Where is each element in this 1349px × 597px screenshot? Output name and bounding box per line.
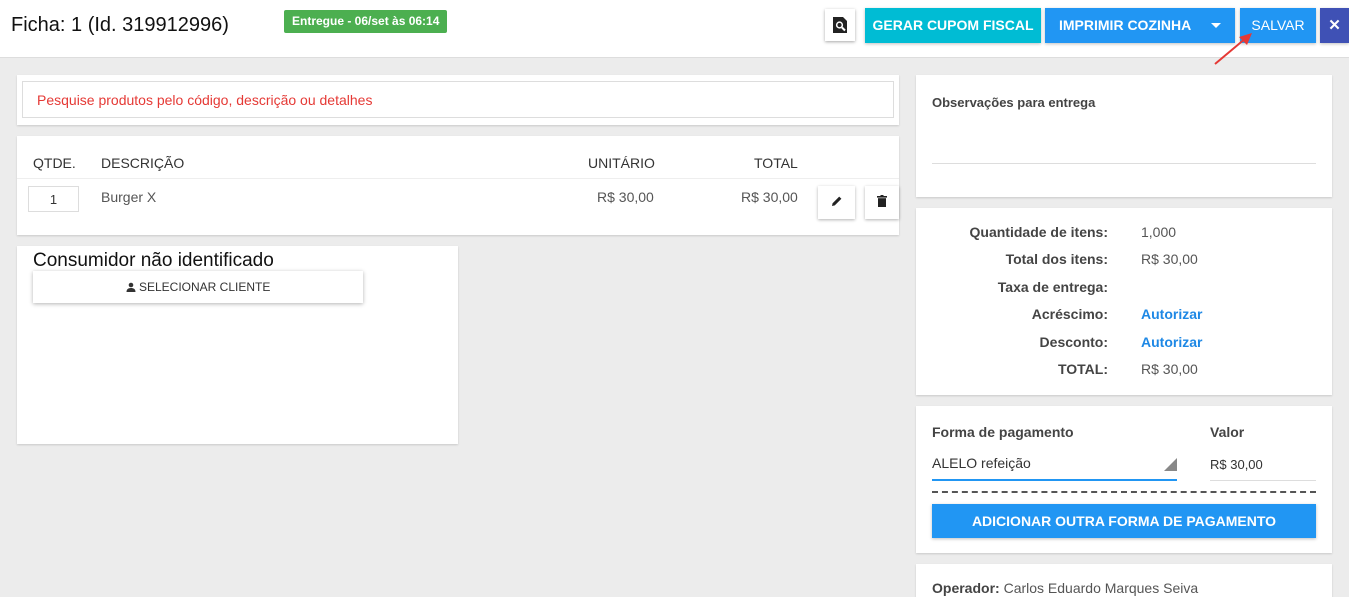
customer-card: Consumidor não identificado SELECIONAR C…: [17, 246, 458, 444]
operator-line: Operador: Carlos Eduardo Marques Seiva: [932, 580, 1198, 596]
payment-value-label: Valor: [1210, 424, 1245, 440]
total-items-label: Total dos itens:: [1005, 251, 1108, 267]
operator-name: Carlos Eduardo Marques Seiva: [1003, 580, 1199, 596]
total-label: TOTAL:: [1057, 361, 1108, 377]
dropdown-triangle-icon: [1164, 458, 1177, 471]
imprimir-cozinha-label: IMPRIMIR COZINHA: [1059, 17, 1192, 33]
payment-value-text: R$ 30,00: [1210, 457, 1263, 472]
col-total: TOTAL: [754, 155, 798, 171]
payment-method-label: Forma de pagamento: [932, 424, 1074, 440]
add-payment-button[interactable]: ADICIONAR OUTRA FORMA DE PAGAMENTO: [932, 504, 1316, 538]
close-icon[interactable]: ✕: [1320, 8, 1349, 43]
search-doc-icon: [833, 17, 847, 33]
discount-label: Desconto:: [1039, 334, 1108, 350]
notes-card: Observações para entrega: [916, 75, 1332, 197]
col-unit: UNITÁRIO: [588, 155, 655, 171]
page-title: Ficha: 1 (Id. 319912996): [11, 14, 229, 36]
product-search-input[interactable]: [22, 81, 894, 118]
status-badge: Entregue - 06/set às 06:14: [284, 10, 448, 33]
row-divider: [17, 178, 899, 179]
total-value: R$ 30,00: [1141, 361, 1198, 377]
imprimir-cozinha-button[interactable]: IMPRIMIR COZINHA: [1045, 8, 1235, 43]
discount-authorize-link[interactable]: Autorizar: [1141, 334, 1202, 350]
col-desc: DESCRIÇÃO: [101, 155, 185, 171]
total-items-value: R$ 30,00: [1141, 251, 1198, 267]
item-total: R$ 30,00: [741, 189, 798, 205]
item-unit-price: R$ 30,00: [597, 189, 654, 205]
qty-items-label: Quantidade de itens:: [969, 224, 1108, 240]
operator-label: Operador:: [932, 580, 1000, 596]
pencil-icon: [831, 196, 841, 206]
gerar-cupom-button[interactable]: GERAR CUPOM FISCAL: [865, 8, 1041, 43]
item-description: Burger X: [101, 189, 157, 205]
customer-title: Consumidor não identificado: [33, 250, 274, 271]
payment-divider: [932, 491, 1316, 493]
delivery-fee-label: Taxa de entrega:: [997, 279, 1108, 295]
person-icon: [126, 282, 136, 292]
qty-items-value: 1,000: [1141, 224, 1177, 240]
trash-icon: [877, 195, 887, 207]
payment-card: Forma de pagamento Valor ALELO refeição …: [916, 406, 1332, 553]
delete-item-button[interactable]: [865, 186, 899, 219]
col-qty: QTDE.: [33, 155, 76, 171]
payment-method-select[interactable]: ALELO refeição: [932, 452, 1177, 481]
annotation-arrow: [1214, 33, 1252, 65]
payment-value-input[interactable]: R$ 30,00: [1210, 452, 1316, 481]
summary-card: Quantidade de itens: 1,000 Total dos ite…: [916, 208, 1332, 395]
product-search-card: [17, 75, 899, 125]
notes-label: Observações para entrega: [932, 95, 1096, 110]
notes-input[interactable]: [932, 125, 1316, 164]
select-client-button[interactable]: SELECIONAR CLIENTE: [33, 271, 363, 303]
preview-button[interactable]: [825, 9, 855, 41]
edit-item-button[interactable]: [818, 186, 855, 219]
caret-down-icon[interactable]: [1211, 23, 1221, 28]
select-client-label: SELECIONAR CLIENTE: [138, 280, 271, 294]
qty-input[interactable]: 1: [28, 186, 79, 212]
payment-method-value: ALELO refeição: [932, 455, 1031, 471]
top-bar: Ficha: 1 (Id. 319912996) Entregue - 06/s…: [0, 0, 1349, 58]
surcharge-label: Acréscimo:: [1031, 306, 1108, 322]
surcharge-authorize-link[interactable]: Autorizar: [1141, 306, 1202, 322]
operator-card: Operador: Carlos Eduardo Marques Seiva: [916, 564, 1332, 597]
items-table: QTDE. DESCRIÇÃO UNITÁRIO TOTAL 1 Burger …: [17, 136, 899, 235]
